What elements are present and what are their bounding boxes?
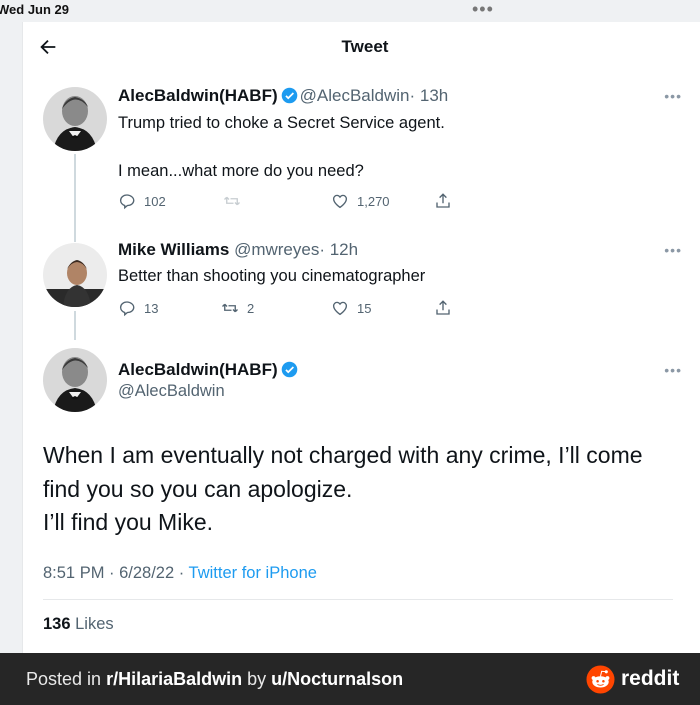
reply-icon: [119, 301, 135, 317]
reply-count: 13: [144, 300, 159, 316]
tweet-time: · 13h: [409, 86, 449, 105]
retweet-button[interactable]: 2: [221, 298, 254, 318]
thread-line: [74, 154, 76, 242]
author-name[interactable]: AlecBaldwin(HABF): [118, 360, 278, 379]
multitask-dots-icon[interactable]: •••: [472, 0, 494, 18]
tweet-actions: 102 1,270: [118, 191, 458, 211]
banner-text: Posted in r/HilariaBaldwin by u/Nocturna…: [26, 669, 403, 690]
tweet-text-line: Better than shooting you cinematographer: [118, 267, 426, 285]
tweet-text-line: Trump tried to choke a Secret Service ag…: [118, 114, 445, 132]
like-button[interactable]: 15: [331, 298, 371, 318]
divider: [43, 599, 673, 600]
share-icon: [436, 193, 450, 208]
tweet-meta: 8:51 PM · 6/28/22 · Twitter for iPhone: [43, 564, 317, 583]
tweet-text-line: I mean...what more do you need?: [118, 162, 364, 180]
more-icon[interactable]: •••: [664, 362, 682, 378]
avatar[interactable]: [43, 243, 107, 307]
author-handle[interactable]: @AlecBaldwin: [118, 382, 225, 401]
main-tweet-text-line: find you so you can apologize.: [43, 476, 353, 502]
likes-summary[interactable]: 136 Likes: [43, 615, 114, 634]
page-title: Tweet: [341, 37, 389, 56]
main-tweet-text-line: When I am eventually not charged with an…: [43, 442, 643, 468]
verified-icon: [281, 361, 297, 378]
like-button[interactable]: 1,270: [331, 191, 390, 211]
thread-line: [74, 311, 76, 340]
banner-middle: by: [242, 669, 272, 689]
tweet-thread-card: Tweet AlecBaldwin(HABF) @AlecBaldwin· 13h…: [22, 22, 700, 653]
page: Wed Jun 29 ••• Tweet AlecBaldwin(HABF) @A…: [0, 0, 700, 705]
tweet-time: · 12h: [319, 240, 359, 259]
author-handle[interactable]: @mwreyes: [234, 240, 319, 259]
retweet-icon: [224, 196, 240, 206]
avatar[interactable]: [43, 87, 107, 151]
like-count: 1,270: [357, 193, 390, 209]
avatar[interactable]: [43, 348, 107, 412]
tweet-author-row: Mike Williams @mwreyes· 12h: [118, 240, 358, 260]
share-button[interactable]: [434, 191, 452, 211]
tweet-author-row: AlecBaldwin(HABF) @AlecBaldwin· 13h: [118, 86, 448, 106]
likes-label: Likes: [75, 615, 114, 633]
author-name[interactable]: Mike Williams: [118, 240, 229, 259]
tweet-timestamp[interactable]: 8:51 PM · 6/28/22 ·: [43, 564, 189, 582]
like-icon: [332, 194, 348, 209]
reply-icon: [119, 194, 135, 210]
reply-button[interactable]: 13: [118, 298, 158, 318]
reply-button[interactable]: 102: [118, 191, 166, 211]
share-icon: [436, 300, 450, 315]
more-icon[interactable]: •••: [664, 242, 682, 258]
main-author-row: AlecBaldwin(HABF): [118, 360, 300, 380]
verified-icon: [281, 87, 297, 104]
retweet-button[interactable]: [223, 191, 249, 211]
retweet-count: 2: [247, 300, 255, 316]
banner-prefix: Posted in: [26, 669, 107, 689]
share-button[interactable]: [434, 298, 452, 318]
subreddit-link[interactable]: r/HilariaBaldwin: [106, 669, 242, 689]
like-icon: [332, 301, 348, 316]
reply-count: 102: [144, 193, 166, 209]
main-tweet-text-line: I’ll find you Mike.: [43, 509, 214, 535]
reddit-logo-icon: [586, 665, 615, 694]
author-handle[interactable]: @AlecBaldwin: [300, 86, 410, 105]
likes-count: 136: [43, 615, 71, 633]
retweet-icon: [222, 303, 238, 313]
tweet-actions: 13 2 15: [118, 298, 458, 318]
like-count: 15: [357, 300, 372, 316]
header: Tweet: [23, 22, 700, 72]
tweet-source-link[interactable]: Twitter for iPhone: [189, 564, 317, 582]
author-name[interactable]: AlecBaldwin(HABF): [118, 86, 278, 105]
reddit-brand: reddit: [621, 667, 680, 690]
status-bar: Wed Jun 29 •••: [0, 0, 700, 22]
more-icon[interactable]: •••: [664, 88, 682, 104]
status-date: Wed Jun 29: [0, 2, 70, 17]
user-link[interactable]: u/Nocturnalson: [271, 669, 403, 689]
reddit-banner: Posted in r/HilariaBaldwin by u/Nocturna…: [0, 653, 700, 705]
